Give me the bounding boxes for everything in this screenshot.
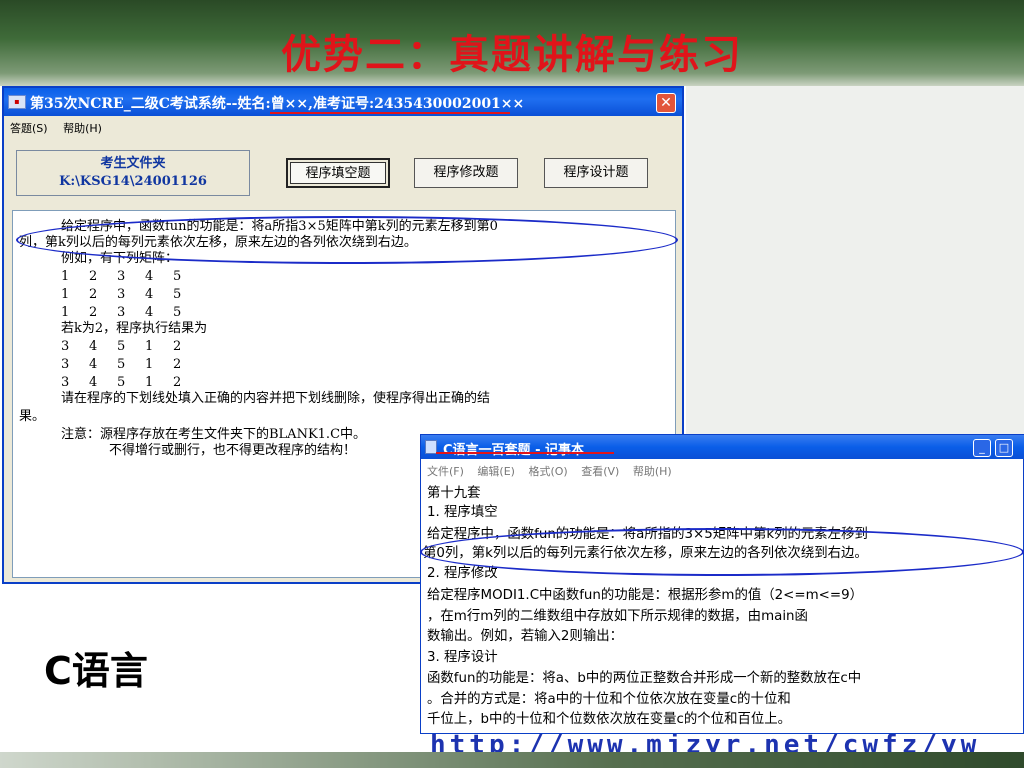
notepad-line: ，在m行m列的二维数组中存放如下所示规律的数据，由main函 bbox=[427, 609, 808, 624]
notepad-line: 千位上，b中的十位和个位数依次放在变量c的个位和百位上。 bbox=[427, 712, 792, 727]
menu-help[interactable]: 帮助(H) bbox=[633, 465, 672, 478]
tab-design[interactable]: 程序设计题 bbox=[544, 158, 648, 188]
maximize-button[interactable]: □ bbox=[995, 439, 1013, 457]
notepad-menubar: 文件(F) 编辑(E) 格式(O) 查看(V) 帮助(H) bbox=[427, 463, 682, 479]
notepad-text-area[interactable]: 第十九套 1. 程序填空 给定程序中，函数fun的功能是：将a所指的3×5矩阵中… bbox=[421, 483, 1024, 735]
question-line: 请在程序的下划线处填入正确的内容并把下划线删除，使程序得出正确的结 bbox=[61, 391, 491, 406]
notepad-line: 给定程序MODI1.C中函数fun的功能是：根据形参m的值（2<=m<=9） bbox=[427, 588, 863, 603]
student-folder-box: 考生文件夹 K:\KSG14\24001126 bbox=[16, 150, 250, 196]
close-button[interactable]: ✕ bbox=[656, 93, 676, 113]
menu-view[interactable]: 查看(V) bbox=[581, 465, 619, 478]
question-line: 注意：源程序存放在考生文件夹下的BLANK1.C中。 bbox=[61, 427, 367, 442]
notepad-title: C语言一百套题 - 记事本 bbox=[443, 443, 584, 458]
tab-fill-blank[interactable]: 程序填空题 bbox=[286, 158, 390, 188]
menu-help[interactable]: 帮助(H) bbox=[63, 122, 102, 135]
matrix-row: 12345 bbox=[61, 287, 182, 302]
subject-label: C语言 bbox=[44, 649, 148, 693]
question-line: 若k为2，程序执行结果为 bbox=[61, 321, 208, 336]
matrix-row: 34512 bbox=[61, 357, 182, 372]
slide-footer bbox=[0, 752, 1024, 768]
matrix-row: 12345 bbox=[61, 305, 182, 320]
question-line: 不得增行或删行，也不得更改程序的结构！ bbox=[109, 443, 357, 458]
exam-window-title: 第35次NCRE_二级C考试系统--姓名:曾××,准考证号:2435430002… bbox=[30, 96, 525, 112]
menu-answer[interactable]: 答题(S) bbox=[10, 122, 48, 135]
notepad-line: 。合并的方式是：将a中的十位和个位依次放在变量c的十位和 bbox=[427, 692, 791, 707]
folder-label: 考生文件夹 bbox=[100, 156, 166, 171]
slide-title: 优势二：真题讲解与练习 bbox=[281, 31, 743, 78]
notepad-line: 1. 程序填空 bbox=[427, 505, 498, 520]
notepad-titlebar[interactable]: C语言一百套题 - 记事本 _ □ bbox=[421, 435, 1024, 459]
matrix-row: 12345 bbox=[61, 269, 182, 284]
menu-edit[interactable]: 编辑(E) bbox=[477, 465, 515, 478]
notepad-line: 2. 程序修改 bbox=[427, 566, 498, 581]
menu-file[interactable]: 文件(F) bbox=[427, 465, 464, 478]
exam-menubar: 答题(S) 帮助(H) bbox=[10, 120, 114, 138]
menu-format[interactable]: 格式(O) bbox=[528, 465, 567, 478]
matrix-row: 34512 bbox=[61, 339, 182, 354]
notepad-window: C语言一百套题 - 记事本 _ □ 文件(F) 编辑(E) 格式(O) 查看(V… bbox=[420, 434, 1024, 734]
folder-path: K:\KSG14\24001126 bbox=[59, 174, 207, 189]
notepad-line: 数输出。例如，若输入2则输出： bbox=[427, 629, 623, 644]
annotation-underline bbox=[436, 452, 614, 454]
tab-modify[interactable]: 程序修改题 bbox=[414, 158, 518, 188]
annotation-underline bbox=[270, 112, 510, 114]
notepad-line: 第十九套 bbox=[427, 486, 481, 501]
question-line: 果。 bbox=[19, 409, 46, 424]
matrix-row: 34512 bbox=[61, 375, 182, 390]
ncre-app-icon: ▪ bbox=[8, 95, 26, 109]
slide-side-panel bbox=[686, 86, 1024, 440]
annotation-ellipse bbox=[16, 216, 678, 264]
notepad-line: 函数fun的功能是：将a、b中的两位正整数合并形成一个新的整数放在c中 bbox=[427, 671, 862, 686]
minimize-button[interactable]: _ bbox=[973, 439, 991, 457]
annotation-ellipse bbox=[420, 528, 1024, 576]
notepad-line: 3. 程序设计 bbox=[427, 650, 498, 665]
